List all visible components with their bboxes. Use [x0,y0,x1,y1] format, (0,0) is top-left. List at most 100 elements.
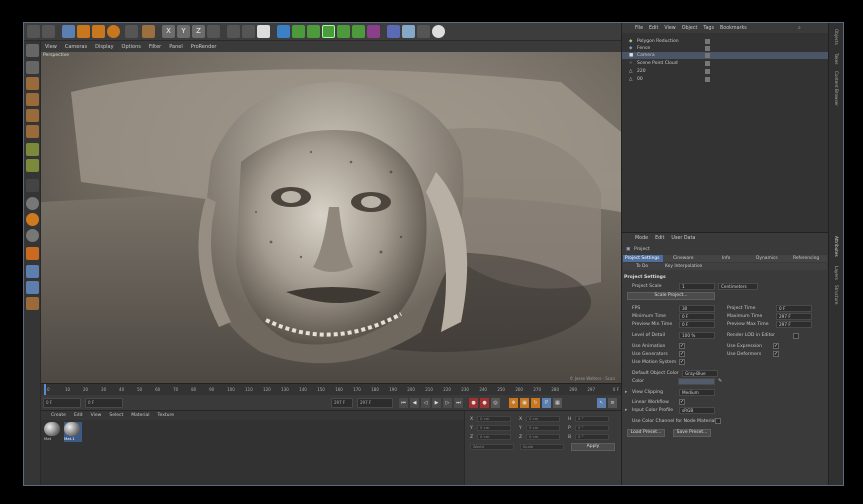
subdivision-surface-icon[interactable] [307,25,320,38]
project-scale-field[interactable]: 1 [679,283,715,290]
tab-key-interpolation[interactable]: Key Interpolation [665,263,702,270]
linear-workflow-checkbox[interactable]: ✓ [679,399,685,405]
obj-menu-edit[interactable]: Edit [649,26,658,31]
view-clipping-dropdown[interactable]: Medium [679,389,715,396]
mat-menu-texture[interactable]: Texture [158,413,174,418]
coord-rot-b[interactable]: 0 ° [575,434,609,440]
coordinate-system-icon[interactable] [207,25,220,38]
floor-icon[interactable] [402,25,415,38]
object-row-selected[interactable]: ■ Camera [622,52,829,59]
snap-settings-icon[interactable] [26,213,39,226]
spline-pen-icon[interactable] [292,25,305,38]
points-mode-icon[interactable] [26,93,39,106]
live-select-icon[interactable] [142,25,155,38]
tab-referencing[interactable]: Referencing [793,255,827,262]
go-to-start-icon[interactable]: ⏮ [399,398,408,408]
obj-menu-object[interactable]: Object [682,26,698,31]
timeline-icon[interactable]: ↖ [597,398,606,408]
visibility-toggle[interactable] [705,77,710,82]
use-deformers-checkbox[interactable]: ✓ [773,351,779,357]
side-tab-objects[interactable]: Objects [834,29,839,45]
rotate-icon[interactable] [107,25,120,38]
viewport-menu-options[interactable]: Options [122,44,141,50]
viewport-menu-view[interactable]: View [45,44,57,50]
world-dropdown[interactable]: World [470,444,514,450]
mograph-icon[interactable] [352,25,365,38]
edges-mode-icon[interactable] [26,109,39,122]
x-axis-icon[interactable]: X [162,25,175,38]
obj-menu-bookmarks[interactable]: Bookmarks [720,26,747,31]
side-tab-content-browser[interactable]: Content Browser [834,71,839,106]
visibility-toggle[interactable] [705,69,710,74]
perspective-viewport[interactable]: Perspective © Jesse Walters - Scan [41,52,621,383]
play-backward-icon[interactable]: ◁ [421,398,430,408]
tab-cineware[interactable]: Cineware [673,255,708,262]
max-time-field[interactable]: 297 F [776,313,812,320]
polygons-mode-icon[interactable] [26,125,39,138]
mat-menu-select[interactable]: Select [109,413,123,418]
recent-tools-icon[interactable] [125,25,138,38]
workplane-icon[interactable] [26,229,39,242]
render-picture-viewer-icon[interactable] [242,25,255,38]
use-expression-checkbox[interactable]: ✓ [773,343,779,349]
lod-field[interactable]: 100 % [679,332,715,339]
autokey-icon[interactable]: ● [480,398,489,408]
planar-workplane-icon[interactable] [26,265,39,278]
scale-dropdown[interactable]: Scale [520,444,564,450]
object-row[interactable]: ◆ Fence [622,45,829,52]
side-tab-takes[interactable]: Takes [834,53,839,64]
scale-icon[interactable] [92,25,105,38]
expand-arrow-icon[interactable]: ▸ [625,408,627,413]
deformer-icon[interactable] [337,25,350,38]
step-forward-icon[interactable]: ▷ [443,398,452,408]
camera-icon[interactable] [387,25,400,38]
enable-axis-icon[interactable] [26,143,39,156]
viewport-menu-prorender[interactable]: ProRender [191,44,217,50]
keyframe-selection-icon[interactable]: ◎ [491,398,500,408]
use-animation-checkbox[interactable]: ✓ [679,343,685,349]
go-to-end-icon[interactable]: ⏭ [454,398,463,408]
viewport-menu-display[interactable]: Display [95,44,113,50]
key-scale-icon[interactable]: ▣ [520,398,529,408]
make-editable-icon[interactable] [26,44,39,57]
tab-info[interactable]: Info [722,255,747,262]
use-motion-checkbox[interactable]: ✓ [679,359,685,365]
cloner-icon[interactable] [322,25,335,38]
current-frame-field[interactable]: 0 F [85,398,123,408]
tab-project-settings[interactable]: Project Settings [623,255,663,262]
record-icon[interactable]: ● [469,398,478,408]
attr-menu-edit[interactable]: Edit [655,236,664,241]
snap-icon[interactable] [26,197,39,210]
playhead[interactable] [44,384,46,395]
visibility-toggle[interactable] [705,61,710,66]
object-row[interactable]: ◆ Polygon Reduction [622,38,829,45]
viewport-menu-filter[interactable]: Filter [149,44,161,50]
viewport-menu-cameras[interactable]: Cameras [65,44,87,50]
render-lod-checkbox[interactable] [793,333,799,339]
project-scale-unit-dropdown[interactable]: Centimeters [718,283,758,290]
attr-menu-user-data[interactable]: User Data [671,236,695,241]
key-pla-icon[interactable]: ▦ [553,398,562,408]
tab-dynamics[interactable]: Dynamics [756,255,791,262]
redo-icon[interactable] [42,25,55,38]
paint-icon[interactable] [26,297,39,310]
color-swatch[interactable] [678,378,715,385]
material-swatch-selected[interactable]: Mat.1 [64,422,82,442]
expand-arrow-icon[interactable]: ▸ [625,390,627,395]
mat-menu-create[interactable]: Create [51,413,66,418]
tab-to-do[interactable]: To Do [636,263,648,270]
mat-menu-view[interactable]: View [91,413,102,418]
load-preset-button[interactable]: Load Preset... [627,429,665,437]
timeline-ruler[interactable]: 0 10 20 30 40 50 60 70 80 90 100 110 120 130 140 150 160… [41,383,621,395]
select-cursor-icon[interactable] [62,25,75,38]
project-time-field[interactable]: 0 F [776,305,812,312]
coord-size-y[interactable]: 0 cm [526,425,560,431]
model-mode-icon[interactable] [26,61,39,74]
preview-min-field[interactable]: 0 F [679,321,715,328]
coord-size-z[interactable]: 0 cm [526,434,560,440]
visibility-toggle[interactable] [705,53,710,58]
mat-menu-edit[interactable]: Edit [74,413,83,418]
apply-button[interactable]: Apply [571,443,615,451]
locked-workplane-icon[interactable] [26,247,39,260]
object-row[interactable]: △ 00 [622,76,829,83]
